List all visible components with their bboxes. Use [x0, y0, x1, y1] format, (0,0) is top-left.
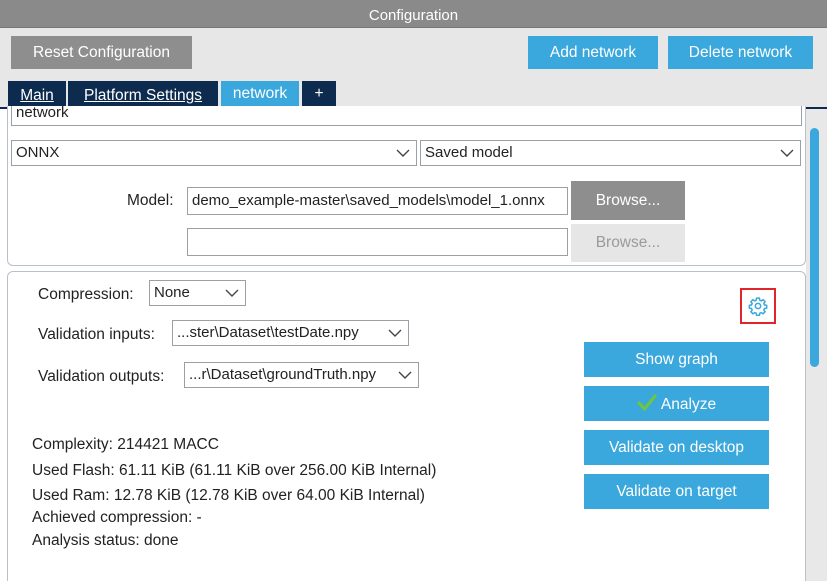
settings-gear-button[interactable]: [740, 288, 776, 324]
tab-platform-settings[interactable]: Platform Settings: [68, 81, 218, 108]
add-network-button[interactable]: Add network: [528, 36, 658, 69]
analyze-button[interactable]: Analyze: [584, 386, 769, 421]
reset-configuration-button[interactable]: Reset Configuration: [11, 36, 192, 69]
browse-button[interactable]: Browse...: [571, 181, 685, 220]
validation-inputs-select[interactable]: ...ster\Dataset\testDate.npy: [172, 320, 409, 346]
validation-outputs-value: ...r\Dataset\groundTruth.npy: [189, 366, 377, 383]
framework-value: ONNX: [16, 144, 60, 161]
checkmark-icon: [637, 393, 657, 411]
show-graph-button[interactable]: Show graph: [584, 342, 769, 377]
validation-inputs-label: Validation inputs:: [38, 326, 155, 343]
compression-value: None: [154, 284, 190, 301]
validate-on-target-button[interactable]: Validate on target: [584, 474, 769, 509]
tab-main[interactable]: Main: [8, 81, 66, 108]
achieved-compression-text: Achieved compression: -: [32, 509, 202, 526]
tab-add[interactable]: +: [302, 81, 336, 108]
compression-select[interactable]: None: [149, 280, 246, 306]
used-ram-text: Used Ram: 12.78 KiB (12.78 KiB over 64.0…: [32, 487, 425, 504]
network-name-input[interactable]: network: [11, 106, 802, 126]
browse-button-disabled: Browse...: [571, 224, 685, 262]
chevron-down-icon: [225, 289, 239, 297]
model-label: Model:: [127, 192, 174, 209]
used-flash-text: Used Flash: 61.11 KiB (61.11 KiB over 25…: [32, 462, 437, 479]
compression-label: Compression:: [38, 286, 134, 303]
validation-inputs-value: ...ster\Dataset\testDate.npy: [177, 324, 359, 341]
validate-on-desktop-button[interactable]: Validate on desktop: [584, 430, 769, 465]
model-path-input-secondary[interactable]: [187, 228, 568, 256]
validation-outputs-label: Validation outputs:: [38, 368, 165, 385]
analyze-label: Analyze: [660, 395, 717, 413]
chevron-down-icon: [396, 149, 410, 157]
model-path-input[interactable]: demo_example-master\saved_models\model_1…: [187, 187, 568, 215]
gear-icon: [748, 297, 768, 316]
chevron-down-icon: [398, 371, 412, 379]
model-type-select[interactable]: Saved model: [420, 140, 801, 166]
framework-select[interactable]: ONNX: [11, 140, 417, 166]
model-type-value: Saved model: [425, 144, 513, 161]
complexity-text: Complexity: 214421 MACC: [32, 436, 219, 453]
chevron-down-icon: [388, 329, 402, 337]
analysis-status-text: Analysis status: done: [32, 532, 179, 549]
window-title: Configuration: [0, 0, 827, 28]
chevron-down-icon: [780, 149, 794, 157]
tab-network[interactable]: network: [221, 81, 299, 108]
validation-outputs-select[interactable]: ...r\Dataset\groundTruth.npy: [184, 362, 419, 388]
scrollbar-thumb[interactable]: [810, 128, 819, 367]
delete-network-button[interactable]: Delete network: [668, 36, 813, 69]
